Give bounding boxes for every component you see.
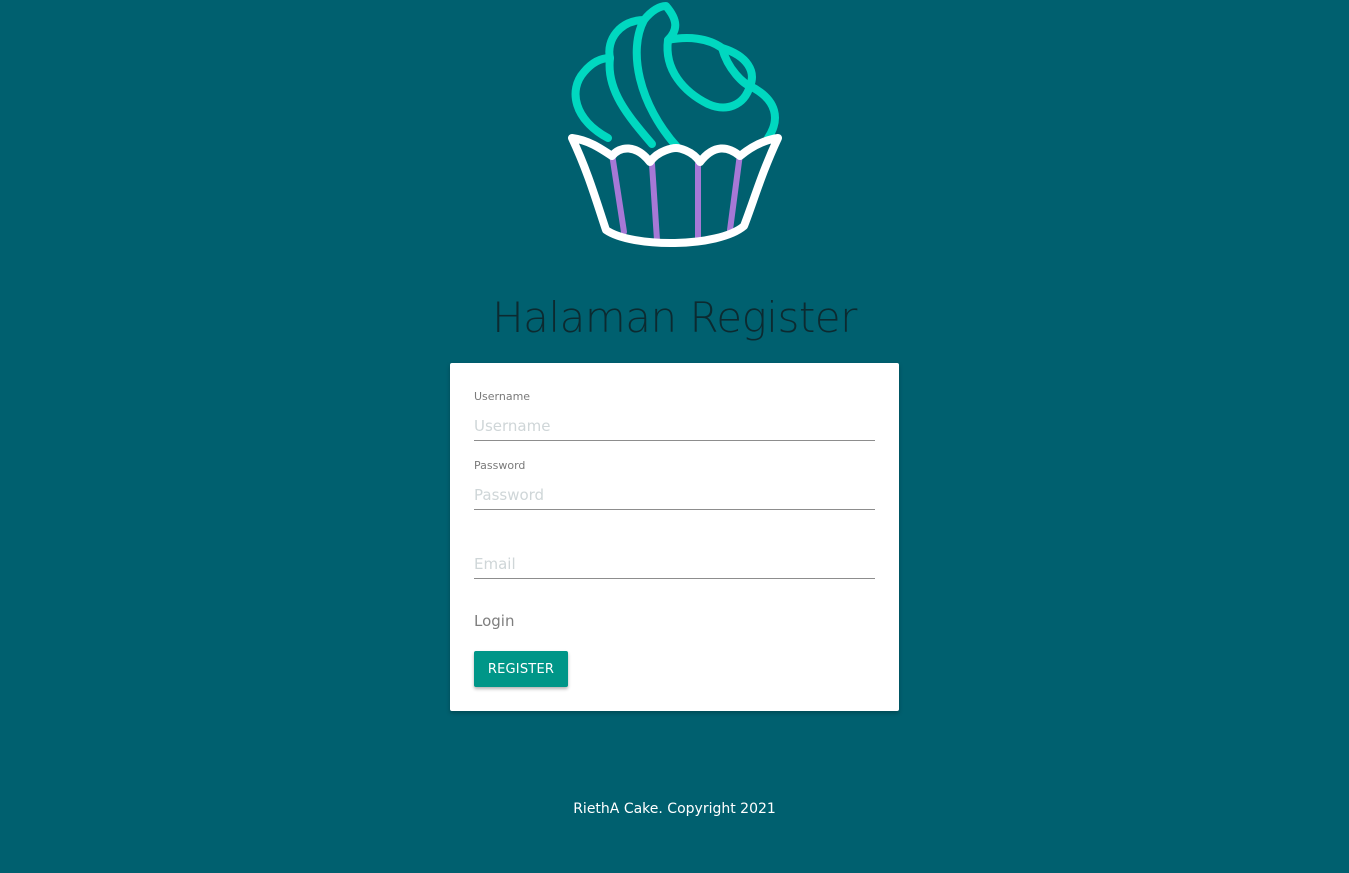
page-title: Halaman Register (492, 293, 857, 342)
email-input[interactable] (474, 550, 875, 579)
password-input[interactable] (474, 481, 875, 510)
login-link[interactable]: Login (474, 611, 514, 631)
username-input[interactable] (474, 412, 875, 441)
footer-copyright: RiethA Cake. Copyright 2021 (573, 801, 776, 817)
email-field (474, 528, 875, 590)
cupcake-stripes (609, 151, 743, 243)
register-form-card: Username Password Login REGISTER (450, 363, 899, 711)
register-button[interactable]: REGISTER (474, 651, 568, 687)
password-field: Password (474, 459, 875, 521)
cupcake-logo-icon (568, 2, 782, 248)
username-field: Username (474, 390, 875, 452)
cupcake-frosting (571, 2, 779, 152)
cupcake-wrapper (568, 134, 782, 248)
password-label: Password (474, 459, 526, 472)
username-label: Username (474, 390, 531, 403)
